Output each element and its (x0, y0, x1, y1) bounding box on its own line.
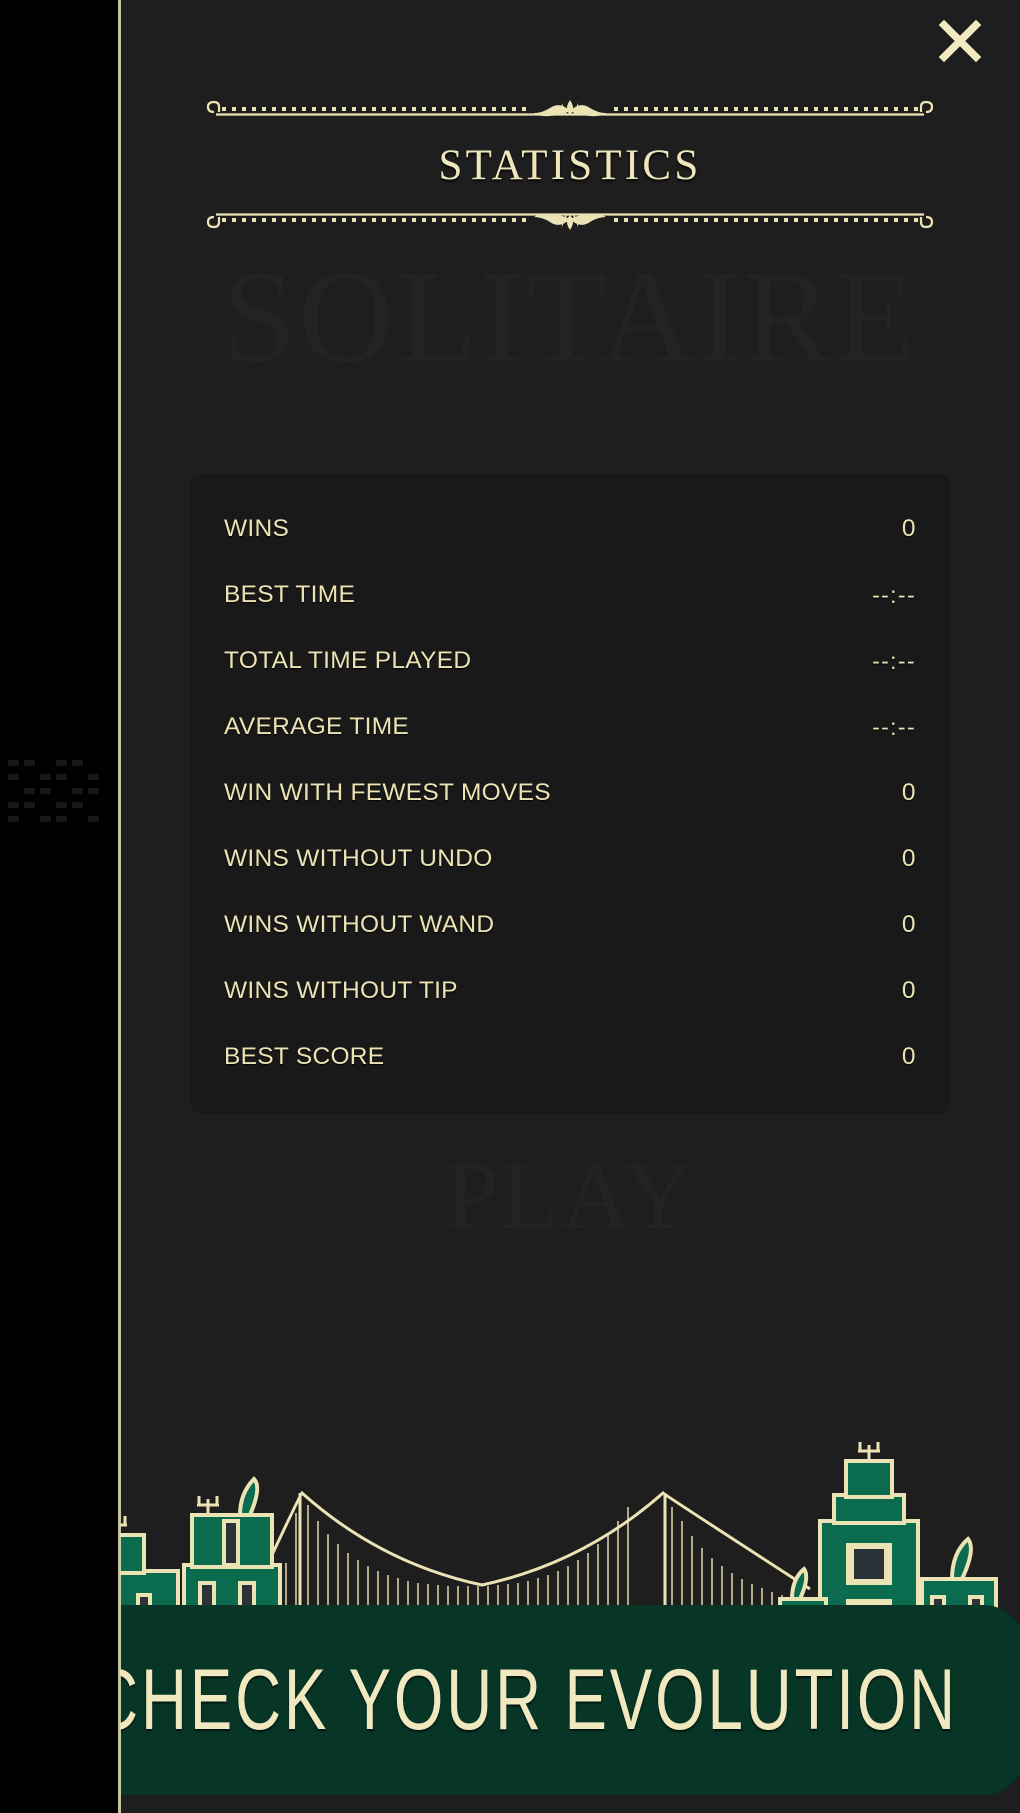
stat-value: 0 (901, 845, 916, 872)
stat-value: 0 (901, 779, 916, 806)
banner-label: CHECK YOUR EVOLUTION (120, 1652, 958, 1748)
stat-row: WINS WITHOUT TIP 0 (224, 958, 916, 1024)
close-button[interactable] (933, 14, 987, 68)
statistics-list: WINS 0 BEST TIME --:-- TOTAL TIME PLAYED… (190, 474, 950, 1114)
stat-label: WINS WITHOUT TIP (224, 977, 458, 1004)
stat-row: WINS WITHOUT WAND 0 (224, 892, 916, 958)
stat-value: 0 (901, 515, 916, 542)
stat-value: 0 (901, 911, 916, 938)
stat-label: AVERAGE TIME (224, 713, 410, 740)
stat-label: BEST TIME (224, 581, 356, 608)
stat-value: 0 (901, 977, 916, 1004)
close-icon (938, 19, 982, 63)
stat-value: --:-- (872, 713, 916, 740)
stat-value: --:-- (872, 647, 916, 674)
stat-label: WIN WITH FEWEST MOVES (224, 779, 551, 806)
stat-value: --:-- (872, 581, 916, 608)
app-screen: SOLITAIRE PLAY STATISTICS WINS 0 BEST TI… (0, 0, 1020, 1813)
stat-label: WINS WITHOUT WAND (224, 911, 495, 938)
check-your-evolution-banner[interactable]: CHECK YOUR EVOLUTION (120, 1605, 1020, 1795)
stat-label: WINS (224, 515, 290, 542)
ghost-play-label: PLAY (445, 1142, 695, 1249)
stat-label: WINS WITHOUT UNDO (224, 845, 493, 872)
statistics-overlay: SOLITAIRE PLAY STATISTICS WINS 0 BEST TI… (120, 0, 1020, 1813)
gutter-dot-pattern (8, 760, 108, 830)
stat-row: TOTAL TIME PLAYED --:-- (224, 628, 916, 694)
stat-value: 0 (901, 1043, 916, 1070)
stat-row: BEST SCORE 0 (224, 1024, 916, 1090)
stat-row: WINS WITHOUT UNDO 0 (224, 826, 916, 892)
stat-row: AVERAGE TIME --:-- (224, 694, 916, 760)
stat-row: WINS 0 (224, 496, 916, 562)
ornament-divider-bottom (206, 211, 934, 233)
page-title: STATISTICS (438, 142, 702, 189)
title-block: STATISTICS (120, 96, 1020, 233)
city-skyline-illustration (120, 1403, 1020, 1633)
statistics-card: WINS 0 BEST TIME --:-- TOTAL TIME PLAYED… (120, 474, 1020, 1114)
stat-row: BEST TIME --:-- (224, 562, 916, 628)
stat-label: BEST SCORE (224, 1043, 385, 1070)
stat-row: WIN WITH FEWEST MOVES 0 (224, 760, 916, 826)
stat-label: TOTAL TIME PLAYED (224, 647, 472, 674)
ornament-divider-top (206, 96, 934, 118)
ghost-solitaire-wordmark: SOLITAIRE (222, 243, 918, 390)
left-edge-rail (118, 0, 121, 1813)
